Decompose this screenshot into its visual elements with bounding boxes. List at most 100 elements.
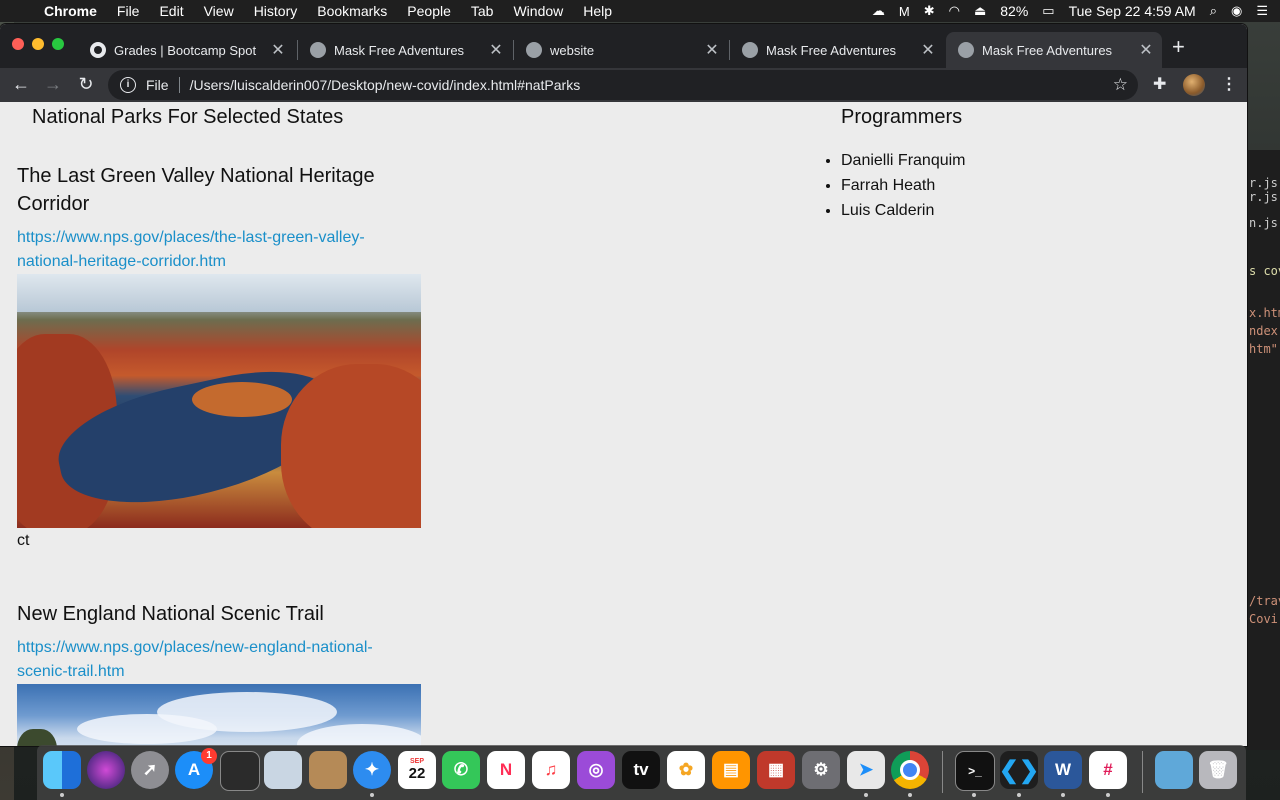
menu-view[interactable]: View — [194, 0, 244, 22]
bluetooth-icon[interactable]: ✱ — [924, 3, 935, 19]
programmers-list: Danielli Franquim Farrah Heath Luis Cald… — [821, 148, 966, 223]
word-icon[interactable]: W — [1044, 751, 1082, 789]
safari-compass-icon[interactable]: ✦ — [353, 751, 391, 789]
park-link[interactable]: https://www.nps.gov/places/new-england-n… — [17, 636, 407, 684]
editor-line: s cov — [1249, 264, 1280, 278]
tab-mask-free-active[interactable]: Mask Free Adventures ✕ — [946, 32, 1162, 68]
podcasts-icon[interactable]: ◎ — [577, 751, 615, 789]
menu-edit[interactable]: Edit — [149, 0, 193, 22]
url-text[interactable]: /Users/luiscalderin007/Desktop/new-covid… — [190, 77, 1113, 93]
tab-grades[interactable]: Grades | Bootcamp Spot ✕ — [78, 32, 294, 68]
siri-icon[interactable]: ◉ — [1231, 3, 1242, 19]
macos-menu-bar: Chrome File Edit View History Bookmarks … — [0, 0, 1280, 22]
parks-heading: National Parks For Selected States — [32, 106, 344, 128]
maps-icon[interactable]: ➤ — [847, 751, 885, 789]
globe-favicon-icon — [742, 42, 758, 58]
tab-mask-free-2[interactable]: Mask Free Adventures ✕ — [730, 32, 944, 68]
globe-favicon-icon — [958, 42, 974, 58]
apple-tv-icon[interactable]: tv — [622, 751, 660, 789]
close-tab-icon[interactable]: ✕ — [1134, 40, 1158, 60]
menu-help[interactable]: Help — [573, 0, 622, 22]
menu-window[interactable]: Window — [503, 0, 573, 22]
close-window-button[interactable] — [12, 38, 24, 50]
chrome-icon[interactable] — [891, 751, 929, 789]
profile-avatar[interactable] — [1183, 74, 1205, 96]
minimize-window-button[interactable] — [32, 38, 44, 50]
siri-icon[interactable] — [87, 751, 125, 789]
background-code-editor: r.js r.js. n.js s cov x.htm ndex. htm" /… — [1247, 150, 1280, 750]
scheme-label: File — [146, 77, 169, 93]
editor-line: /trav — [1249, 594, 1280, 608]
trash-icon[interactable]: 🗑 — [1199, 751, 1237, 789]
malwarebytes-icon[interactable]: M — [899, 4, 910, 19]
tab-mask-free-1[interactable]: Mask Free Adventures ✕ — [298, 32, 512, 68]
creative-cloud-icon[interactable]: ☁ — [872, 3, 885, 19]
photo-app-icon[interactable]: ▦ — [757, 751, 795, 789]
bookmark-star-icon[interactable]: ☆ — [1113, 75, 1128, 95]
forward-arrow-icon[interactable]: → — [42, 74, 64, 95]
tab-title: Mask Free Adventures — [766, 42, 897, 58]
globe-favicon-icon — [526, 42, 542, 58]
menu-file[interactable]: File — [107, 0, 150, 22]
close-tab-icon[interactable]: ✕ — [916, 40, 940, 60]
tab-website[interactable]: website ✕ — [514, 32, 728, 68]
editor-line: x.htm — [1249, 306, 1280, 320]
spotlight-search-icon[interactable]: ⌕ — [1210, 3, 1217, 19]
fullscreen-window-button[interactable] — [52, 38, 64, 50]
news-icon[interactable]: N — [487, 751, 525, 789]
chrome-window: Grades | Bootcamp Spot ✕ Mask Free Adven… — [0, 24, 1247, 746]
park-name: The Last Green Valley National Heritage … — [17, 165, 375, 215]
browser-toolbar: ← → ↻ i File /Users/luiscalderin007/Desk… — [0, 68, 1247, 102]
address-bar[interactable]: i File /Users/luiscalderin007/Desktop/ne… — [108, 70, 1138, 100]
battery-icon[interactable]: ▭ — [1042, 3, 1054, 19]
editor-line: r.js — [1249, 176, 1278, 190]
music-icon[interactable]: ♫ — [532, 751, 570, 789]
vscode-icon[interactable]: ❮❯ — [999, 751, 1039, 789]
park-link[interactable]: https://www.nps.gov/places/the-last-gree… — [17, 226, 407, 274]
tab-title: Mask Free Adventures — [982, 42, 1113, 58]
downloads-folder-icon[interactable] — [1155, 751, 1193, 789]
photos-icon[interactable]: ✿ — [667, 751, 705, 789]
close-tab-icon[interactable]: ✕ — [484, 40, 508, 60]
mail-stamp-icon[interactable] — [264, 751, 302, 789]
kebab-menu-icon[interactable]: ⋮ — [1221, 74, 1237, 94]
tab-strip: Grades | Bootcamp Spot ✕ Mask Free Adven… — [0, 24, 1247, 68]
contacts-icon[interactable] — [309, 751, 347, 789]
close-tab-icon[interactable]: ✕ — [700, 40, 724, 60]
books-icon[interactable]: ▤ — [712, 751, 750, 789]
editor-line: ndex. — [1249, 324, 1280, 338]
notification-badge: 1 — [201, 748, 217, 764]
system-preferences-gear-icon[interactable]: ⚙ — [802, 751, 840, 789]
facetime-messages-icon[interactable]: ✆ — [442, 751, 480, 789]
battery-percent[interactable]: 82% — [1000, 3, 1028, 19]
eject-icon[interactable]: ⏏ — [974, 3, 986, 19]
calendar-icon[interactable]: SEP 22 — [398, 751, 436, 789]
tab-title: website — [550, 42, 595, 58]
app-menu[interactable]: Chrome — [40, 0, 107, 22]
extensions-puzzle-icon[interactable]: ✚ — [1153, 74, 1166, 94]
menu-tab[interactable]: Tab — [461, 0, 504, 22]
site-info-icon[interactable]: i — [120, 77, 136, 93]
app-store-icon[interactable]: A1 — [175, 748, 217, 789]
close-tab-icon[interactable]: ✕ — [266, 40, 290, 60]
programmer-item: Farrah Heath — [841, 173, 966, 198]
status-area: ☁ M ✱ ◠ ⏏ 82% ▭ Tue Sep 22 4:59 AM ⌕ ◉ ☰ — [872, 3, 1280, 19]
launchpad-rocket-icon[interactable]: ➚ — [131, 751, 169, 789]
menu-people[interactable]: People — [397, 0, 461, 22]
terminal-icon[interactable]: >_ — [955, 751, 995, 791]
slack-icon[interactable]: # — [1089, 751, 1127, 789]
menu-bookmarks[interactable]: Bookmarks — [307, 0, 397, 22]
finder-icon[interactable] — [43, 751, 81, 789]
wifi-icon[interactable]: ◠ — [949, 3, 960, 19]
programmer-item: Luis Calderin — [841, 198, 966, 223]
notification-center-icon[interactable]: ☰ — [1256, 3, 1268, 19]
photo-booth-icon[interactable] — [220, 751, 260, 791]
new-tab-button[interactable]: + — [1172, 36, 1185, 58]
menu-history[interactable]: History — [244, 0, 308, 22]
back-arrow-icon[interactable]: ← — [10, 74, 32, 95]
clock[interactable]: Tue Sep 22 4:59 AM — [1069, 3, 1196, 19]
omnibox-divider — [178, 77, 180, 93]
editor-line: r.js. — [1249, 190, 1280, 204]
park-photo — [17, 274, 421, 528]
reload-icon[interactable]: ↻ — [75, 74, 97, 95]
